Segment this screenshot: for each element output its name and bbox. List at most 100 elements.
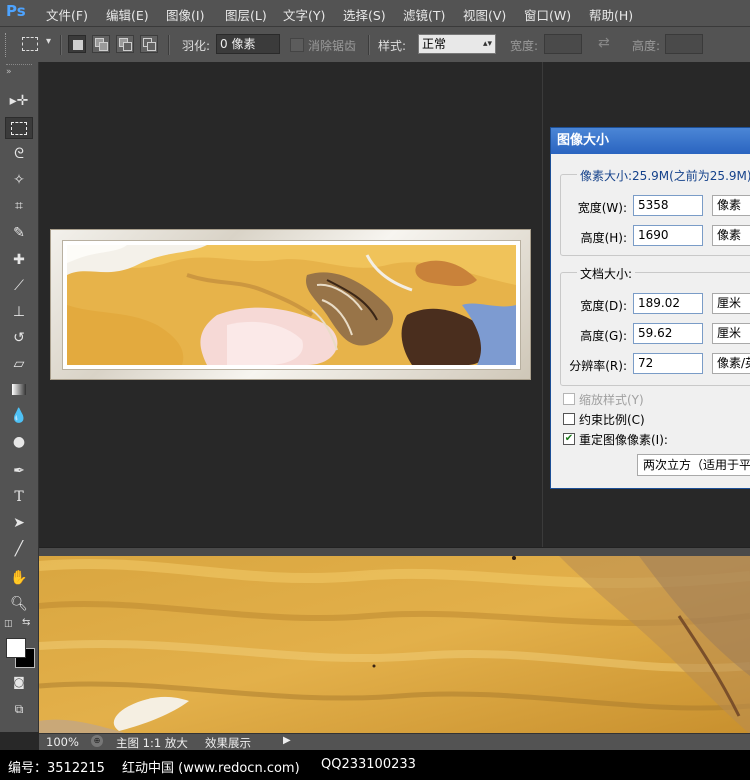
gradient-tool-icon[interactable] — [5, 379, 33, 401]
crop-tool-icon[interactable]: ⌗ — [5, 195, 33, 217]
pixel-dimensions-title: 像素大小:25.9M(之前为25.9M) — [577, 167, 750, 184]
width-input[interactable] — [544, 34, 582, 54]
feather-input[interactable]: 0 像素 — [216, 34, 280, 54]
options-separator — [60, 35, 62, 55]
menu-view[interactable]: 视图(V) — [463, 5, 506, 24]
footer-watermark: 编号：3512215 红动中国 (www.redocn.com) QQ23310… — [0, 750, 750, 780]
eraser-tool-icon[interactable]: ▱ — [5, 353, 33, 375]
options-grip — [5, 33, 9, 57]
footer-qq: QQ233100233 — [321, 757, 416, 772]
path-selection-tool-icon[interactable]: ➤ — [5, 512, 33, 534]
intersect-selection-button[interactable] — [140, 35, 158, 53]
lasso-tool-icon[interactable]: ᘓ — [5, 143, 33, 165]
magic-wand-tool-icon[interactable]: ✧ — [5, 169, 33, 191]
add-selection-button[interactable] — [92, 35, 110, 53]
doc-height-input[interactable]: 59.62 — [633, 323, 703, 344]
zoom-tool-icon[interactable]: 🔍︎ — [5, 593, 33, 615]
menu-file[interactable]: 文件(F) — [46, 5, 88, 24]
menu-type[interactable]: 文字(Y) — [283, 5, 325, 24]
clone-stamp-tool-icon[interactable]: ⊥ — [5, 301, 33, 323]
menu-window[interactable]: 窗口(W) — [524, 5, 571, 24]
subtract-selection-button[interactable] — [116, 35, 134, 53]
pixel-width-label: 宽度(W): — [577, 201, 627, 215]
foreground-color-swatch[interactable] — [6, 638, 26, 658]
height-input[interactable] — [665, 34, 703, 54]
scale-styles-checkbox[interactable] — [563, 393, 575, 405]
collapse-arrows-icon[interactable]: » — [6, 67, 12, 77]
move-tool-icon[interactable]: ▸✛ — [5, 90, 33, 112]
brush-tool-icon[interactable]: ⟋ — [5, 275, 33, 297]
history-brush-tool-icon[interactable]: ↺ — [5, 327, 33, 349]
new-selection-button[interactable] — [68, 35, 86, 53]
resample-checkbox[interactable]: ✔ — [563, 433, 575, 445]
height-label: 高度: — [632, 39, 661, 53]
doc-width-unit-select[interactable]: 厘米 — [712, 293, 750, 314]
marble-painting-image — [67, 245, 516, 365]
options-separator — [168, 35, 170, 55]
tools-panel: » ▸✛ ᘓ ✧ ⌗ ✎ ✚ ⟋ ⊥ ↺ ▱ 💧 ● ✒ T ➤ ╱ ✋ 🔍︎ … — [0, 62, 39, 732]
zoomed-marble-image — [39, 556, 750, 734]
scale-styles-label: 缩放样式(Y) — [579, 393, 644, 407]
menu-help[interactable]: 帮助(H) — [589, 5, 633, 24]
pixel-height-unit-select[interactable]: 像素 — [712, 225, 750, 246]
doc-height-unit-select[interactable]: 厘米 — [712, 323, 750, 344]
pixel-width-input[interactable]: 5358 — [633, 195, 703, 216]
quick-mask-icon[interactable]: ◙ — [5, 671, 33, 693]
photoshop-logo: Ps — [6, 2, 26, 20]
hand-tool-icon[interactable]: ✋ — [5, 567, 33, 589]
options-bar: ▾ 羽化: 0 像素 消除锯齿 样式: 正常 ▴▾ 宽度: ⇄ 高度: — [0, 27, 750, 63]
document-size-title: 文档大小: — [577, 265, 636, 282]
status-item-main: 主图 1:1 放大 — [116, 736, 188, 750]
constrain-proportions-checkbox[interactable] — [563, 413, 575, 425]
feather-label: 羽化: — [182, 39, 211, 53]
footer-id: 编号：3512215 — [8, 761, 105, 776]
menu-image[interactable]: 图像(I) — [166, 5, 204, 24]
default-colors-icon[interactable]: ◫ — [4, 619, 13, 629]
pixel-width-unit-select[interactable]: 像素 — [712, 195, 750, 216]
menu-filter[interactable]: 滤镜(T) — [403, 5, 445, 24]
style-select[interactable]: 正常 ▴▾ — [418, 34, 496, 54]
framed-artwork — [50, 229, 531, 380]
swap-arrows-icon[interactable]: ⇄ — [598, 35, 610, 51]
marquee-preset-icon[interactable] — [22, 37, 38, 51]
pixel-height-input[interactable]: 1690 — [633, 225, 703, 246]
antialias-label: 消除锯齿 — [308, 39, 357, 53]
chevron-down-icon[interactable]: ▾ — [46, 36, 51, 47]
status-menu-arrow-icon[interactable]: ▶ — [283, 735, 291, 746]
pixel-height-label: 高度(H): — [580, 231, 627, 245]
doc-width-input[interactable]: 189.02 — [633, 293, 703, 314]
resolution-unit-select[interactable]: 像素/英 — [712, 353, 750, 374]
blur-tool-icon[interactable]: 💧 — [5, 405, 33, 427]
status-bar: 100% ⊕ 主图 1:1 放大 效果展示 ▶ — [39, 733, 750, 751]
zoom-level[interactable]: 100% — [46, 735, 79, 749]
swap-colors-icon[interactable]: ⇆ — [22, 617, 30, 628]
dodge-tool-icon[interactable]: ● — [5, 431, 33, 453]
status-item-effect: 效果展示 — [205, 736, 251, 750]
rect-marquee-tool-icon[interactable] — [5, 117, 33, 139]
document-info-icon[interactable]: ⊕ — [91, 735, 103, 747]
screen-mode-icon[interactable]: ⧉ — [5, 698, 33, 720]
menu-edit[interactable]: 编辑(E) — [106, 5, 149, 24]
pen-tool-icon[interactable]: ✒ — [5, 460, 33, 482]
style-value: 正常 — [422, 37, 447, 51]
healing-brush-tool-icon[interactable]: ✚ — [5, 249, 33, 271]
resample-method-select[interactable]: 两次立方（适用于平 — [637, 454, 750, 476]
menu-layer[interactable]: 图层(L) — [225, 5, 267, 24]
antialias-checkbox[interactable] — [290, 38, 304, 52]
dialog-title[interactable]: 图像大小 — [551, 128, 750, 154]
menu-bar: Ps 文件(F) 编辑(E) 图像(I) 图层(L) 文字(Y) 选择(S) 滤… — [0, 0, 750, 27]
resolution-input[interactable]: 72 — [633, 353, 703, 374]
image-size-dialog: 图像大小 像素大小:25.9M(之前为25.9M) 宽度(W): 5358 像素… — [550, 127, 750, 489]
constrain-proportions-label: 约束比例(C) — [579, 413, 645, 427]
resolution-label: 分辨率(R): — [569, 359, 627, 373]
type-tool-icon[interactable]: T — [5, 486, 33, 508]
footer-site: 红动中国 (www.redocn.com) — [122, 761, 300, 776]
doc-width-label: 宽度(D): — [580, 299, 627, 313]
line-tool-icon[interactable]: ╱ — [5, 538, 33, 560]
style-label: 样式: — [378, 39, 407, 53]
menu-select[interactable]: 选择(S) — [343, 5, 386, 24]
width-label: 宽度: — [510, 39, 539, 53]
updown-arrow-icon: ▴▾ — [482, 39, 492, 49]
eyedropper-tool-icon[interactable]: ✎ — [5, 222, 33, 244]
resample-label: 重定图像像素(I): — [579, 433, 668, 447]
